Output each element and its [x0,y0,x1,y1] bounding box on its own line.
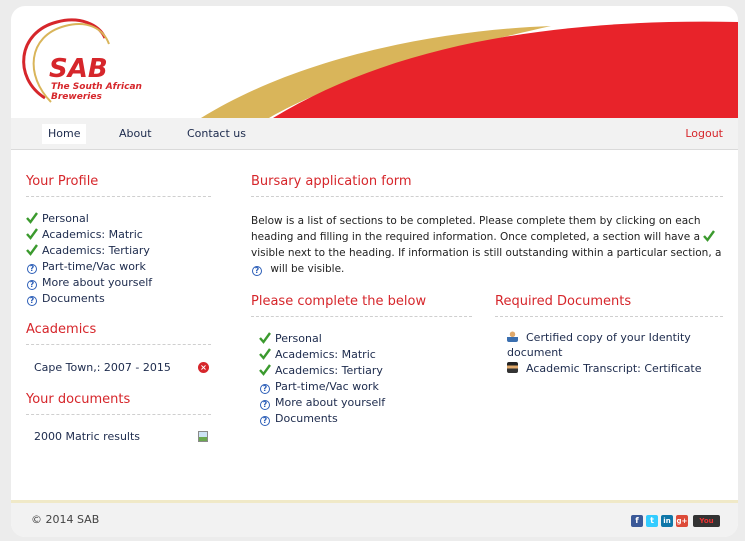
section-item-label: Personal [275,332,322,345]
complete-list: Personal Academics: Matric Academics: Tert… [251,331,472,427]
academics-heading: Academics [26,322,211,345]
form-heading: Bursary application form [251,174,723,197]
section-item[interactable]: ? More about yourself [26,275,211,291]
logo-subtitle-line1: The South African [51,82,142,92]
person-icon [507,331,518,342]
check-icon [26,228,38,240]
complete-heading: Please complete the below [251,294,472,317]
section-item[interactable]: ? Part-time/Vac work [26,259,211,275]
youtube-icon[interactable]: You [693,515,720,527]
section-item[interactable]: Academics: Matric [26,227,211,243]
logout-link[interactable]: Logout [685,124,723,144]
check-icon [26,244,38,256]
documents-heading: Your documents [26,392,211,415]
sidebar: Your Profile Personal Academics: Matric Ac… [26,174,211,445]
section-item[interactable]: Academics: Tertiary [26,243,211,259]
section-item-label: More about yourself [42,276,153,289]
required-list: Certified copy of your Identity document… [495,330,723,376]
delete-icon[interactable]: × [198,362,209,373]
question-icon: ? [260,384,270,394]
question-icon: ? [260,416,270,426]
question-icon: ? [260,400,270,410]
question-icon: ? [27,296,37,306]
check-icon [259,364,271,376]
section-item[interactable]: ? More about yourself [259,395,472,411]
required-item-label: Academic Transcript: Certificate [526,362,702,375]
logo-text: SAB [49,54,108,84]
academics-entry-text: Cape Town,: 2007 - 2015 [34,361,171,374]
required-item-identity[interactable]: Certified copy of your Identity document [507,330,723,360]
complete-section: Please complete the below Personal Academ… [251,294,472,427]
section-item[interactable]: ? Documents [26,291,211,307]
twitter-icon[interactable]: t [646,515,658,527]
section-item-label: Part-time/Vac work [42,260,146,273]
linkedin-icon[interactable]: in [661,515,673,527]
top-nav: Home About Contact us Logout [11,118,738,150]
section-item-label: Academics: Matric [275,348,376,361]
profile-heading: Your Profile [26,174,211,197]
nav-about[interactable]: About [119,124,152,144]
required-section: Required Documents Certified copy of you… [495,294,723,376]
nav-contact[interactable]: Contact us [187,124,246,144]
check-icon [259,348,271,360]
profile-list: Personal Academics: Matric Academics: Tert… [26,211,211,307]
googleplus-icon[interactable]: g+ [676,515,688,527]
intro-part2: visible next to the heading. If informat… [251,247,722,259]
question-icon: ? [252,266,262,276]
nav-home[interactable]: Home [42,124,87,144]
check-icon [703,230,716,242]
required-item-label: Certified copy of your Identity document [507,331,691,359]
question-icon: ? [27,264,37,274]
page-frame: SAB The South African Breweries Home Abo… [11,6,738,537]
facebook-icon[interactable]: f [631,515,643,527]
intro-part3: will be visible. [270,263,345,275]
main-content: Bursary application form Below is a list… [251,174,723,426]
section-item-label: Academics: Tertiary [42,244,150,257]
intro-text: Below is a list of sections to be comple… [251,213,723,277]
section-item-label: Part-time/Vac work [275,380,379,393]
document-entry-text: 2000 Matric results [34,430,141,443]
section-item[interactable]: Academics: Matric [259,347,472,363]
required-item-transcript[interactable]: Academic Transcript: Certificate [507,361,723,376]
academics-entry: Cape Town,: 2007 - 2015 × [26,360,211,376]
section-item-label: More about yourself [275,396,386,409]
image-file-icon[interactable] [198,431,208,442]
document-entry: 2000 Matric results [26,429,211,445]
section-item[interactable]: ? Documents [259,411,472,427]
section-item[interactable]: Personal [259,331,472,347]
section-item[interactable]: ? Part-time/Vac work [259,379,472,395]
logo-subtitle-line2: Breweries [51,92,102,102]
section-item-label: Academics: Tertiary [275,364,383,377]
intro-part1: Below is a list of sections to be comple… [251,215,701,243]
section-item[interactable]: Academics: Tertiary [259,363,472,379]
section-item-label: Documents [275,412,338,425]
footer: © 2014 SAB f t in g+ You [11,500,738,537]
required-heading: Required Documents [495,294,723,317]
section-item-label: Documents [42,292,105,305]
sab-logo[interactable]: SAB The South African Breweries [49,56,159,102]
check-icon [259,332,271,344]
section-item-label: Personal [42,212,89,225]
section-item[interactable]: Personal [26,211,211,227]
check-icon [26,212,38,224]
question-icon: ? [27,280,37,290]
section-item-label: Academics: Matric [42,228,143,241]
copyright-text: © 2014 SAB [31,513,100,526]
graduate-icon [507,362,518,373]
